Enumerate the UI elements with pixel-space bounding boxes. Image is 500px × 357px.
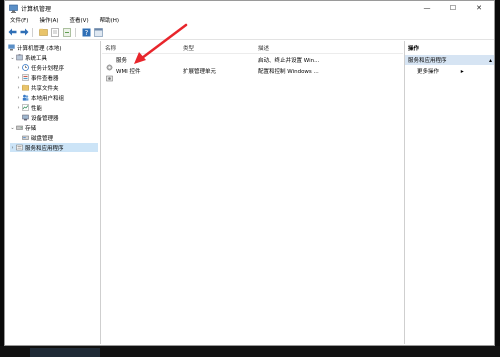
list-item-type: 扩展管理单元 xyxy=(183,69,217,75)
chevron-right-icon[interactable]: › xyxy=(16,105,21,111)
tree-item-disk-management[interactable]: 磁盘管理 xyxy=(22,133,53,142)
tree-item-system-tools[interactable]: ⌄ 系统工具 xyxy=(10,53,47,62)
computer-management-window: 计算机管理 — ☐ ✕ 文件(F) 操作(A) 查看(V) 帮助(H) ? 计算… xyxy=(4,0,495,346)
help-icon[interactable]: ? xyxy=(81,27,91,37)
navigation-tree: 计算机管理 (本地) ⌄ 系统工具 › 任务计划程序 › 事件查看器 › 共享文… xyxy=(6,41,101,344)
tree-label: 系统工具 xyxy=(25,55,48,62)
tree-item-root[interactable]: 计算机管理 (本地) xyxy=(8,43,62,52)
tree-label: 性能 xyxy=(31,105,43,112)
list-item[interactable]: WMI 控件 扩展管理单元 配置和控制 Windows ... xyxy=(102,66,402,82)
performance-icon xyxy=(22,104,29,111)
tree-label: 计算机管理 (本地) xyxy=(17,45,62,52)
tree-label: 存储 xyxy=(25,125,37,132)
disk-icon xyxy=(22,134,29,141)
menu-view[interactable]: 查看(V) xyxy=(70,16,89,24)
services-apps-icon xyxy=(16,144,23,151)
tree-item-services-apps[interactable]: › 服务和应用程序 xyxy=(10,143,98,152)
list-view: 名称 类型 描述 服务 启动、终止并设置 Win... WMI 控件 扩展管理单… xyxy=(102,41,403,344)
event-viewer-icon xyxy=(22,74,29,81)
toolbar: ? xyxy=(5,25,494,40)
more-actions-label: 更多操作 xyxy=(417,69,440,75)
tree-label: 事件查看器 xyxy=(31,75,59,82)
device-manager-icon xyxy=(22,114,29,121)
tree-item-event-viewer[interactable]: › 事件查看器 xyxy=(16,73,59,82)
menu-file[interactable]: 文件(F) xyxy=(10,16,28,24)
tree-label: 任务计划程序 xyxy=(31,65,65,72)
chevron-right-icon[interactable]: › xyxy=(16,75,21,81)
actions-pane: 操作 服务和应用程序 ▴ 更多操作 ▸ xyxy=(404,41,494,344)
actions-section-services-apps[interactable]: 服务和应用程序 ▴ xyxy=(405,55,494,65)
list-item-description: 启动、终止并设置 Win... xyxy=(258,58,320,64)
toolbar-separator xyxy=(75,27,76,37)
mmc-icon[interactable] xyxy=(93,27,103,37)
annotation-arrow xyxy=(134,23,188,64)
tree-item-performance[interactable]: › 性能 xyxy=(16,103,42,112)
column-header-description[interactable]: 描述 xyxy=(258,44,269,52)
menu-help[interactable]: 帮助(H) xyxy=(100,16,119,24)
menu-bar: 文件(F) 操作(A) 查看(V) 帮助(H) xyxy=(5,15,494,25)
chevron-right-icon[interactable]: › xyxy=(16,85,21,91)
taskbar-fragment xyxy=(30,348,100,357)
menu-action[interactable]: 操作(A) xyxy=(39,16,58,24)
close-button[interactable]: ✕ xyxy=(467,1,491,15)
computer-icon xyxy=(8,44,15,51)
tree-label: 本地用户和组 xyxy=(31,95,65,102)
more-actions-link[interactable]: 更多操作 ▸ xyxy=(417,67,464,75)
window-title: 计算机管理 xyxy=(21,5,52,13)
chevron-down-icon[interactable]: ⌄ xyxy=(10,55,15,61)
collapse-arrow-icon[interactable]: ▴ xyxy=(489,57,492,64)
properties-icon[interactable] xyxy=(50,27,60,37)
actions-section-label: 服务和应用程序 xyxy=(408,58,447,64)
clock-icon xyxy=(22,64,29,71)
export-icon[interactable] xyxy=(62,27,72,37)
forward-arrow-icon[interactable] xyxy=(19,27,29,37)
tree-item-device-manager[interactable]: 设备管理器 xyxy=(22,113,59,122)
tree-item-shared-folders[interactable]: › 共享文件夹 xyxy=(16,83,59,92)
computer-management-icon xyxy=(9,4,18,13)
tree-item-local-users[interactable]: › 本地用户和组 xyxy=(16,93,65,102)
list-item-description: 配置和控制 Windows ... xyxy=(258,69,319,75)
title-bar: 计算机管理 — ☐ ✕ xyxy=(5,1,494,15)
svg-text:?: ? xyxy=(84,29,88,37)
up-folder-icon[interactable] xyxy=(38,27,48,37)
wmi-control-icon xyxy=(106,67,113,82)
chevron-right-icon: ▸ xyxy=(460,68,464,75)
actions-header: 操作 xyxy=(408,45,420,52)
storage-icon xyxy=(16,124,23,131)
tree-label: 共享文件夹 xyxy=(31,85,59,92)
services-icon xyxy=(106,56,113,71)
maximize-button[interactable]: ☐ xyxy=(441,1,465,15)
chevron-right-icon[interactable]: › xyxy=(16,65,21,71)
shared-folder-icon xyxy=(22,84,29,91)
tools-icon xyxy=(16,54,23,61)
list-item-name: WMI 控件 xyxy=(116,69,141,75)
tree-label: 磁盘管理 xyxy=(31,135,54,142)
tree-label: 设备管理器 xyxy=(31,115,59,122)
users-icon xyxy=(22,94,29,101)
back-arrow-icon[interactable] xyxy=(7,27,17,37)
tree-item-task-scheduler[interactable]: › 任务计划程序 xyxy=(16,63,64,72)
chevron-right-icon[interactable]: › xyxy=(16,95,21,101)
tree-item-storage[interactable]: ⌄ 存储 xyxy=(10,123,36,132)
column-header-name[interactable]: 名称 xyxy=(105,44,116,52)
chevron-down-icon[interactable]: ⌄ xyxy=(10,125,15,131)
tree-label: 服务和应用程序 xyxy=(25,145,64,152)
list-item-name: 服务 xyxy=(116,58,128,64)
toolbar-separator xyxy=(32,27,33,37)
minimize-button[interactable]: — xyxy=(415,1,439,15)
chevron-right-icon[interactable]: › xyxy=(10,145,15,151)
